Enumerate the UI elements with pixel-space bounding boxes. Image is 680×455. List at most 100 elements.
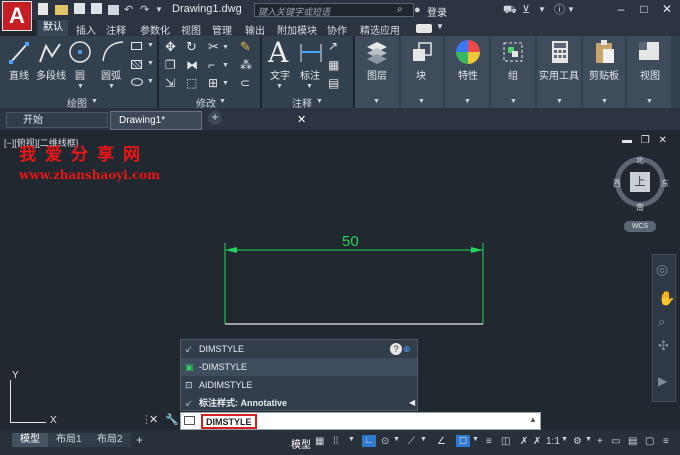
autocomplete-item-minus-dimstyle[interactable]: ▣ -DIMSTYLE — [181, 358, 417, 376]
pan-icon[interactable]: ✋ — [658, 290, 675, 307]
object-snap-tracking-icon[interactable]: ∠ — [437, 436, 446, 447]
layers-dropdown-icon[interactable]: ▼ — [373, 98, 380, 105]
stretch-icon[interactable]: ⇲ — [165, 76, 175, 90]
clipboard-dropdown-icon[interactable]: ▼ — [601, 98, 608, 105]
circle-tool-label[interactable]: 圆 — [75, 67, 85, 82]
autocomplete-item-aidimstyle[interactable]: ⊡ AIDIMSTYLE — [181, 376, 417, 394]
layers-icon[interactable] — [365, 40, 389, 64]
close-window-button[interactable]: ✕ — [656, 0, 678, 20]
tab-featured-apps[interactable]: 精选应用 — [360, 22, 400, 37]
open-file-icon[interactable] — [55, 5, 68, 15]
isodraft-dropdown-icon[interactable]: ▼ — [420, 436, 427, 443]
tab-annotate[interactable]: 注释 — [106, 22, 126, 37]
hatch-tool-icon[interactable] — [131, 60, 142, 69]
clean-screen-icon[interactable]: ▢ — [645, 436, 654, 447]
clipboard-label[interactable]: 剪贴板 — [589, 67, 619, 82]
dimension-arrow-right[interactable] — [471, 247, 483, 253]
help-icon[interactable]: ? — [390, 343, 402, 355]
autocomplete-item-dimstyle[interactable]: ↙ DIMSTYLE ? ⊕ — [181, 340, 417, 358]
line-tool-icon[interactable] — [8, 40, 30, 66]
zoom-extents-icon[interactable]: ⌕ — [658, 314, 665, 330]
snap-mode-icon[interactable]: ⁞⁞ — [333, 436, 339, 447]
workspace-dropdown-icon[interactable]: ▼ — [585, 436, 592, 443]
dimension-text[interactable]: 50 — [342, 233, 359, 250]
properties-dropdown-icon[interactable]: ▼ — [464, 98, 471, 105]
rectangle-dropdown-icon[interactable]: ▼ — [147, 42, 154, 49]
circle-dropdown-icon[interactable]: ▼ — [77, 83, 84, 90]
explode-icon[interactable]: ⁂ — [240, 58, 252, 72]
ellipse-dropdown-icon[interactable]: ▼ — [147, 78, 154, 85]
text-tool-label[interactable]: 文字 — [270, 67, 290, 82]
close-tab-icon[interactable]: ✕ — [297, 112, 306, 129]
properties-label[interactable]: 特性 — [458, 67, 478, 82]
search-icon[interactable]: ⌕ — [397, 3, 403, 17]
polyline-tool-icon[interactable] — [38, 40, 62, 66]
snap-dropdown-icon[interactable]: ▼ — [348, 436, 355, 443]
text-dropdown-icon[interactable]: ▼ — [276, 83, 283, 90]
leader-icon[interactable]: ↗ — [328, 39, 338, 53]
dimension-tool-label[interactable]: 标注 — [300, 67, 320, 82]
group-icon[interactable] — [501, 40, 525, 64]
dimension-tool-icon[interactable] — [298, 40, 324, 64]
layout-tab-layout2[interactable]: 布局2 — [89, 433, 131, 447]
help-dropdown-icon[interactable]: ▼ — [538, 3, 546, 17]
calculator-icon[interactable] — [550, 40, 570, 64]
cart-icon[interactable]: ⛟ — [503, 3, 517, 17]
annotation-scale-dropdown-icon[interactable]: ▼ — [561, 436, 568, 443]
utilities-label[interactable]: 实用工具 — [539, 67, 579, 82]
ribbon-toggle-dropdown-icon[interactable]: ▼ — [436, 22, 444, 31]
lineweight-icon[interactable]: ≡ — [486, 436, 492, 447]
layers-label[interactable]: 图层 — [367, 67, 387, 82]
web-search-icon[interactable]: ⊕ — [403, 340, 411, 358]
utilities-dropdown-icon[interactable]: ▼ — [556, 98, 563, 105]
isodraft-icon[interactable]: ⟋ — [408, 436, 415, 447]
new-tab-button[interactable]: + — [208, 111, 222, 125]
command-text[interactable]: DIMSTYLE — [201, 414, 257, 429]
command-input[interactable]: DIMSTYLE ▲ — [180, 412, 541, 430]
annotation-monitor-icon[interactable]: + — [597, 436, 603, 447]
qat-dropdown-icon[interactable]: ▼ — [155, 3, 163, 17]
auto-scale-icon[interactable]: ✗ — [533, 436, 541, 447]
tab-start[interactable]: 开始 — [6, 112, 108, 128]
mirror-icon[interactable]: ⧓ — [186, 58, 198, 72]
login-link[interactable]: 登录 — [427, 4, 447, 19]
annotation-scale-icon[interactable]: ▤ — [328, 76, 339, 90]
object-snap-dropdown-icon[interactable]: ▼ — [472, 436, 479, 443]
annotation-scale-label[interactable]: 1:1 — [546, 436, 560, 447]
trim-dropdown-icon[interactable]: ▼ — [222, 44, 229, 51]
group-label[interactable]: 组 — [508, 67, 518, 82]
save-as-icon[interactable] — [91, 3, 102, 14]
tab-view[interactable]: 视图 — [181, 22, 201, 37]
search-input[interactable]: 键入关键字或短语 — [254, 3, 414, 17]
erase-icon[interactable]: ✎ — [240, 39, 251, 55]
linear-dimension[interactable] — [224, 243, 484, 324]
dimension-dropdown-icon[interactable]: ▼ — [306, 83, 313, 90]
exchange-icon[interactable]: ⊻ — [522, 3, 530, 17]
tab-insert[interactable]: 插入 — [76, 22, 96, 37]
plot-icon[interactable] — [108, 5, 119, 15]
grid-icon[interactable]: ▦ — [315, 436, 324, 447]
autocomplete-item-dimension-style[interactable]: ↙ 标注样式: Annotative ◀ — [181, 394, 417, 412]
array-icon[interactable]: ⊞ — [208, 76, 218, 90]
workspace-switching-icon[interactable]: ⚙ — [573, 436, 582, 447]
help-dropdown-icon-2[interactable]: ▼ — [567, 3, 575, 17]
polyline-tool-label[interactable]: 多段线 — [36, 67, 66, 82]
showmotion-icon[interactable]: ▶ — [658, 374, 667, 388]
copy-icon[interactable]: ❐ — [165, 58, 176, 72]
view-icon[interactable] — [637, 40, 661, 62]
rectangle-tool-icon[interactable] — [131, 42, 142, 50]
tab-addins[interactable]: 附加模块 — [277, 22, 317, 37]
dimension-arrow-left[interactable] — [225, 247, 237, 253]
annotation-group-expand-icon[interactable]: ▼ — [316, 98, 323, 105]
block-dropdown-icon[interactable]: ▼ — [418, 98, 425, 105]
text-tool-icon[interactable]: A — [268, 36, 288, 69]
arc-tool-icon[interactable] — [100, 39, 126, 65]
help-icon[interactable]: ⓘ — [554, 3, 565, 17]
customize-icon[interactable]: 🔧 — [165, 413, 179, 426]
group-dropdown-icon[interactable]: ▼ — [510, 98, 517, 105]
trim-icon[interactable]: ✂ — [208, 39, 219, 55]
customization-icon[interactable]: ≡ — [663, 436, 669, 447]
minimize-button[interactable]: – — [610, 0, 632, 20]
ribbon-toggle-icon[interactable] — [416, 24, 432, 33]
layout-tab-model[interactable]: 模型 — [12, 433, 48, 447]
